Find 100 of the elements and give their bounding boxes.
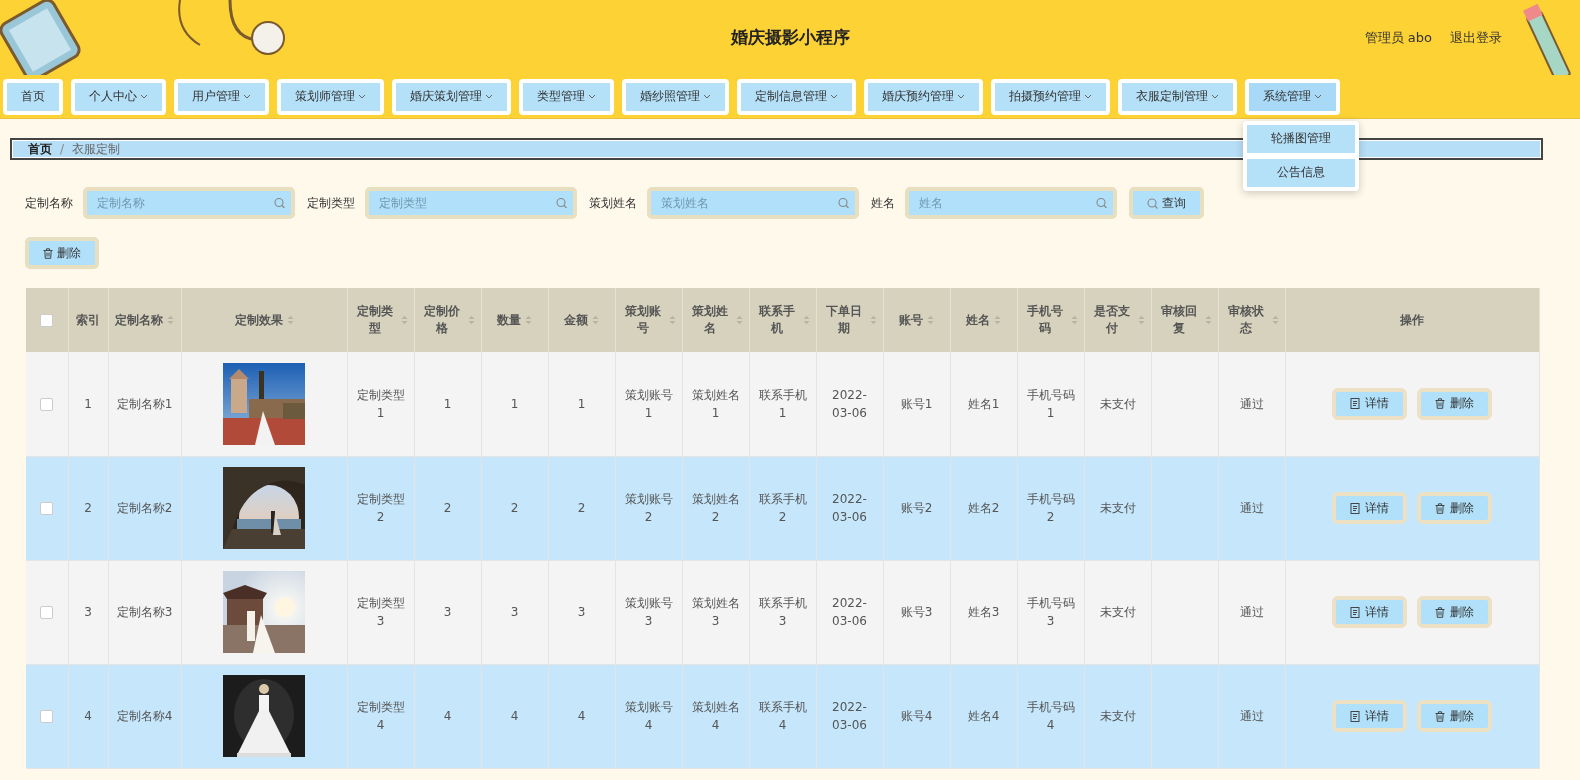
nav-menu-button[interactable]: 衣服定制管理	[1118, 78, 1237, 115]
column-header: 索引	[76, 311, 100, 329]
sort-icon[interactable]	[1137, 315, 1145, 325]
breadcrumb-link[interactable]: 首页	[28, 140, 52, 158]
row-action-button[interactable]: 详情	[1332, 492, 1408, 524]
field-label: 姓名	[871, 194, 895, 212]
table-cell: 手机号码4	[1026, 700, 1075, 732]
row-action-button[interactable]: 删除	[1417, 492, 1493, 524]
field-label: 策划姓名	[589, 194, 637, 212]
trash-icon	[43, 247, 53, 259]
search-field[interactable]: 定制名称	[83, 187, 295, 219]
sort-icon[interactable]	[1204, 315, 1212, 325]
sort-icon[interactable]	[400, 315, 408, 325]
sort-icon[interactable]	[167, 315, 174, 325]
sort-icon[interactable]	[1070, 315, 1078, 325]
nav-menu-button[interactable]: 个人中心	[71, 78, 166, 115]
sort-icon[interactable]	[668, 315, 676, 325]
trash-icon	[1435, 502, 1446, 514]
select-all-checkbox[interactable]	[40, 314, 54, 327]
column-header: 定制效果	[234, 311, 294, 329]
table-cell: 策划账号1	[624, 387, 673, 420]
table-cell: 定制类型1	[356, 387, 405, 420]
table-cell: 2022-03-06	[832, 596, 867, 628]
dropdown-item[interactable]: 公告信息	[1247, 158, 1355, 187]
sort-icon[interactable]	[735, 315, 743, 325]
table-cell: 未支付	[1099, 396, 1136, 411]
caret-icon	[140, 94, 148, 99]
nav-menu-button[interactable]: 婚庆预约管理	[864, 78, 983, 115]
table-cell: 手机号码2	[1026, 492, 1075, 524]
caret-icon	[1084, 94, 1092, 99]
dropdown-item[interactable]: 轮播图管理	[1247, 124, 1355, 153]
column-header: 数量	[497, 311, 532, 329]
nav-menu-button[interactable]: 首页	[3, 78, 63, 115]
search-field[interactable]: 策划姓名	[647, 187, 859, 219]
table-cell: 2022-03-06	[832, 700, 867, 732]
nav-menu-button[interactable]: 婚纱照管理	[622, 78, 729, 115]
table-cell: 通过	[1239, 501, 1264, 515]
row-checkbox[interactable]	[40, 606, 54, 619]
row-checkbox[interactable]	[40, 502, 54, 515]
sort-icon[interactable]	[1271, 315, 1279, 325]
logout-link[interactable]: 退出登录	[1450, 28, 1502, 47]
column-header: 操作	[1400, 311, 1425, 329]
delete-button[interactable]: 删除	[25, 237, 99, 269]
table-cell: 定制类型3	[356, 596, 405, 628]
table-cell: 姓名3	[967, 605, 1000, 619]
row-action-button[interactable]: 详情	[1332, 596, 1408, 628]
field-label: 定制类型	[307, 194, 355, 212]
search-icon	[556, 197, 567, 209]
table-cell: 4	[443, 709, 452, 723]
column-header: 审核回复	[1157, 303, 1212, 337]
sort-icon[interactable]	[467, 315, 475, 325]
sort-icon[interactable]	[525, 315, 532, 325]
nav-menu-button[interactable]: 类型管理	[519, 78, 614, 115]
nav-menu-button[interactable]: 系统管理	[1245, 78, 1340, 115]
column-header: 定制名称	[115, 311, 174, 329]
row-checkbox[interactable]	[40, 710, 54, 723]
search-icon	[274, 197, 285, 209]
search-field[interactable]: 姓名	[905, 187, 1117, 219]
sort-icon[interactable]	[286, 315, 294, 325]
nav-menu-button[interactable]: 策划师管理	[277, 78, 384, 115]
sort-icon[interactable]	[927, 315, 934, 325]
sort-icon[interactable]	[802, 315, 810, 325]
nav-menu-button[interactable]: 婚庆策划管理	[392, 78, 511, 115]
table-cell: 3	[510, 605, 519, 619]
table-cell: 账号2	[900, 501, 933, 515]
nav-menu-button[interactable]: 拍摄预约管理	[991, 78, 1110, 115]
table-cell: 1	[577, 396, 586, 411]
sort-icon[interactable]	[994, 315, 1001, 325]
row-action-button[interactable]: 删除	[1417, 387, 1493, 420]
search-button[interactable]: 查询	[1129, 187, 1204, 219]
table-cell: 通过	[1239, 709, 1264, 723]
app-title: 婚庆摄影小程序	[730, 26, 850, 49]
table-cell: 策划账号4	[624, 700, 673, 732]
breadcrumb-link[interactable]: 衣服定制	[72, 140, 121, 158]
table-cell: 手机号码1	[1026, 387, 1075, 420]
nav-menu-button[interactable]: 定制信息管理	[737, 78, 856, 115]
table-cell: 姓名2	[967, 501, 1000, 515]
sort-icon[interactable]	[592, 315, 599, 325]
column-header: 策划账号	[621, 303, 676, 337]
table-cell: 策划姓名3	[691, 596, 740, 628]
table-cell: 策划姓名2	[691, 492, 740, 524]
column-header: 是否支付	[1090, 303, 1145, 337]
row-action-button[interactable]: 删除	[1417, 700, 1493, 732]
table-cell: 账号4	[900, 709, 933, 723]
document-icon	[1350, 398, 1361, 410]
column-header: 策划姓名	[688, 303, 743, 337]
nav-menu-button[interactable]: 用户管理	[174, 78, 269, 115]
search-field[interactable]: 定制类型	[365, 187, 577, 219]
row-checkbox[interactable]	[40, 397, 54, 411]
sort-icon[interactable]	[869, 315, 877, 325]
table-cell: 2	[443, 501, 452, 515]
table-cell: 3	[443, 605, 452, 619]
table-cell: 联系手机1	[758, 387, 807, 420]
column-header: 下单日期	[822, 303, 877, 337]
column-header: 账号	[899, 311, 934, 329]
row-action-button[interactable]: 详情	[1332, 387, 1408, 420]
row-action-button[interactable]: 详情	[1332, 700, 1408, 732]
row-action-button[interactable]: 删除	[1417, 596, 1493, 628]
table-cell: 联系手机2	[758, 492, 807, 524]
table-cell: 定制名称1	[116, 396, 173, 411]
